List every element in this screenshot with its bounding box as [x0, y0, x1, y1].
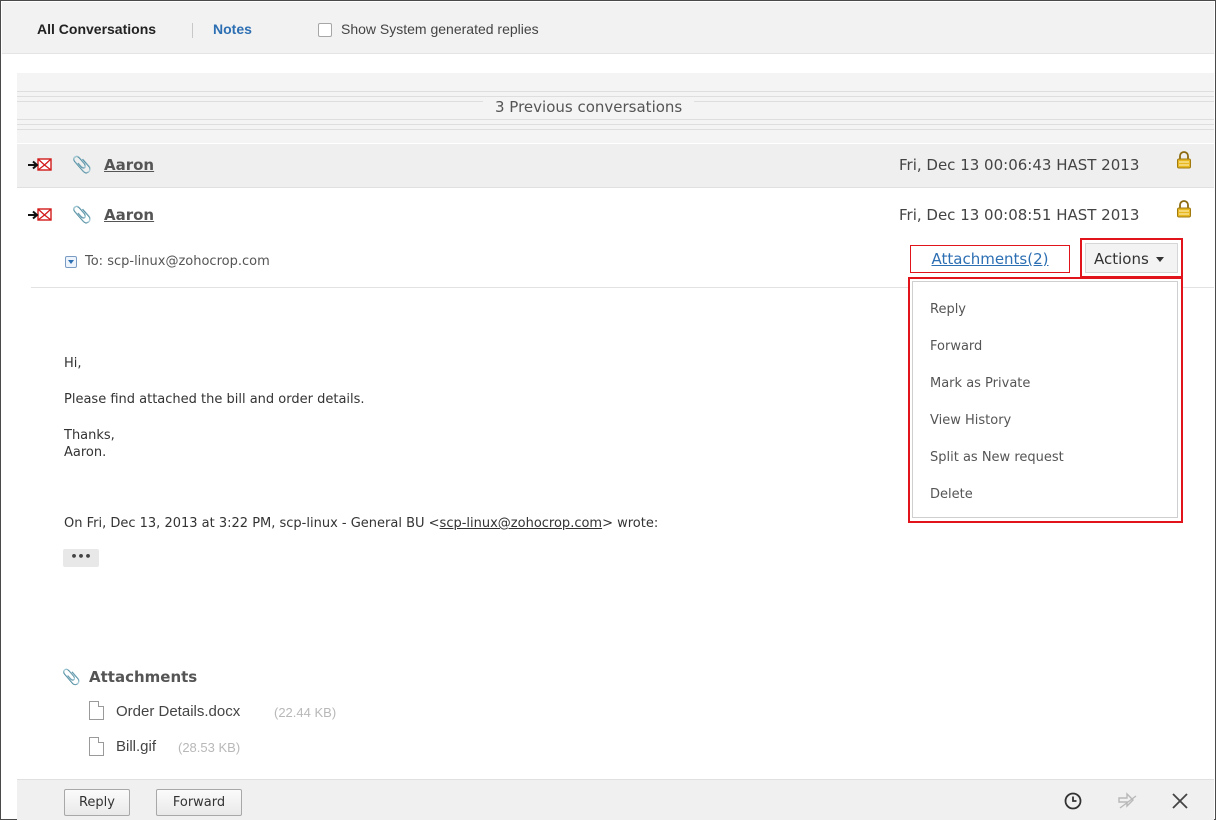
tab-all-conversations[interactable]: All Conversations [37, 21, 156, 37]
attachments-title: Attachments [89, 668, 198, 686]
paperclip-icon: 📎 [72, 205, 92, 224]
quote-prefix: On Fri, Dec 13, 2013 at 3:22 PM, scp-lin… [64, 516, 440, 531]
file-icon [89, 737, 104, 756]
to-label: To: [85, 254, 108, 269]
conversation-panel: All Conversations Notes Show System gene… [0, 0, 1216, 820]
previous-conversations-link[interactable]: 3 Previous conversations [483, 98, 695, 116]
message-date: Fri, Dec 13 00:06:43 HAST 2013 [899, 156, 1140, 174]
lock-icon[interactable] [1176, 151, 1192, 169]
actions-menu: Reply Forward Mark as Private View Histo… [908, 277, 1183, 523]
attachment-file-link[interactable]: Order Details.docx [116, 703, 240, 720]
quote-suffix: > wrote: [602, 516, 659, 531]
attachment-file-size: (22.44 KB) [274, 705, 337, 720]
divider [17, 91, 1214, 92]
to-address: scp-linux@zohocrop.com [107, 254, 270, 269]
menu-item-forward[interactable]: Forward [930, 339, 982, 354]
quote-email-link[interactable]: scp-linux@zohocrop.com [440, 516, 603, 531]
divider [17, 129, 1214, 130]
paperclip-icon: 📎 [72, 155, 92, 174]
reply-button[interactable]: Reply [64, 789, 130, 816]
actions-button-face: Actions [1085, 243, 1178, 273]
sender-link[interactable]: Aaron [104, 206, 154, 224]
menu-item-reply[interactable]: Reply [930, 302, 966, 317]
body-line: Please find attached the bill and order … [64, 392, 365, 407]
menu-item-view-history[interactable]: View History [930, 413, 1011, 428]
tab-divider [192, 23, 193, 38]
tab-notes[interactable]: Notes [213, 21, 252, 37]
incoming-mail-icon [28, 208, 52, 221]
show-system-replies-checkbox[interactable] [318, 23, 332, 37]
attachment-file-size: (28.53 KB) [178, 740, 241, 755]
file-icon [89, 701, 104, 720]
actions-button[interactable]: Actions [1080, 238, 1183, 278]
divider [17, 96, 1214, 97]
lock-icon[interactable] [1176, 200, 1192, 218]
forward-button[interactable]: Forward [156, 789, 242, 816]
quoted-header: On Fri, Dec 13, 2013 at 3:22 PM, scp-lin… [64, 516, 658, 531]
attachment-file-link[interactable]: Bill.gif [116, 738, 156, 755]
recipient-line: To: scp-linux@zohocrop.com [85, 254, 270, 269]
divider [17, 124, 1214, 125]
paperclip-icon: 📎 [62, 668, 81, 686]
show-system-replies-label[interactable]: Show System generated replies [341, 21, 539, 37]
menu-item-delete[interactable]: Delete [930, 487, 973, 502]
clock-icon[interactable] [1063, 791, 1083, 811]
actions-menu-list: Reply Forward Mark as Private View Histo… [912, 281, 1178, 518]
close-icon[interactable] [1171, 792, 1189, 810]
tab-bar: All Conversations Notes Show System gene… [2, 2, 1214, 54]
attachments-link[interactable]: Attachments(2) [910, 245, 1070, 273]
show-quoted-button[interactable]: ••• [63, 549, 99, 567]
body-signature: Aaron. [64, 445, 107, 460]
chevron-down-icon [1155, 257, 1164, 262]
actions-label: Actions [1094, 250, 1149, 268]
divider [17, 119, 1214, 120]
menu-item-mark-private[interactable]: Mark as Private [930, 376, 1030, 391]
sender-link[interactable]: Aaron [104, 156, 154, 174]
menu-item-split-request[interactable]: Split as New request [930, 450, 1064, 465]
no-reply-icon[interactable] [1117, 792, 1139, 810]
expand-toggle-icon[interactable] [65, 256, 77, 268]
body-thanks: Thanks, [64, 428, 115, 443]
body-greeting: Hi, [64, 356, 82, 371]
message-date: Fri, Dec 13 00:08:51 HAST 2013 [899, 206, 1140, 224]
incoming-mail-icon [28, 158, 52, 171]
